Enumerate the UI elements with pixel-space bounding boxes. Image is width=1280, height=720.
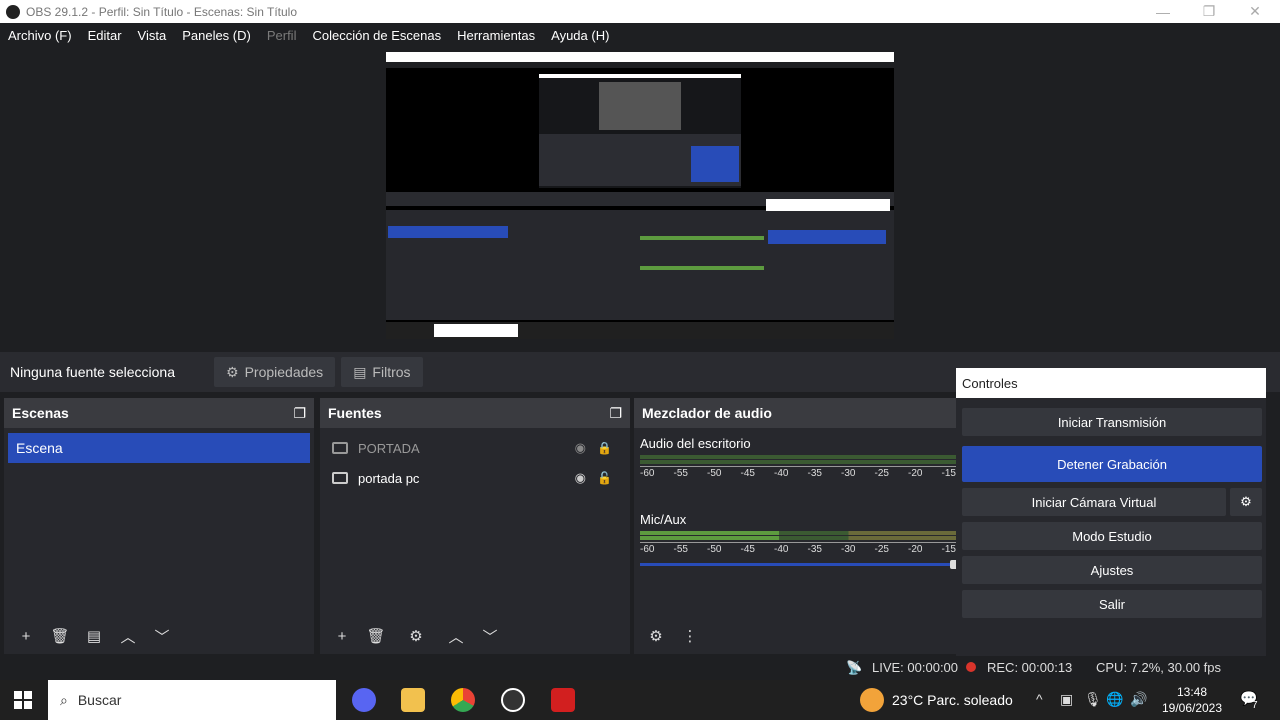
- scenes-header: Escenas ❐: [4, 398, 314, 428]
- hidden-eye-icon[interactable]: ◉: [575, 440, 586, 456]
- menu-bar: Archivo (F) Editar Vista Paneles (D) Per…: [0, 23, 1280, 47]
- search-icon: ⌕: [60, 691, 68, 708]
- volume-icon[interactable]: 🔊: [1130, 691, 1147, 708]
- menu-perfil[interactable]: Perfil: [259, 28, 305, 43]
- no-source-label: Ninguna fuente selecciona: [10, 364, 176, 380]
- menu-vista[interactable]: Vista: [130, 28, 175, 43]
- filter-icon: ▤: [353, 363, 367, 380]
- remove-scene-button[interactable]: 🗑: [46, 624, 74, 648]
- undock-icon[interactable]: ❐: [609, 405, 622, 422]
- audio-mixer-dock: Mezclador de audio Audio del escritorio …: [634, 398, 958, 654]
- menu-coleccion[interactable]: Colección de Escenas: [304, 28, 449, 43]
- source-item-portada[interactable]: PORTADA ◉ 🔒: [320, 433, 630, 463]
- scene-filters-button[interactable]: ▤: [80, 624, 108, 648]
- meter-scale: -60 -55 -50 -45 -40 -35 -30 -25 -20 -15: [640, 466, 956, 479]
- rec-status: REC: 00:00:13: [987, 660, 1073, 675]
- windows-taskbar: ⌕ Buscar 23°C Parc. soleado ^ ▣ 🎙 🌐 🔊 13…: [0, 680, 1280, 720]
- remove-source-button[interactable]: 🗑: [362, 624, 390, 648]
- move-down-button[interactable]: ﹀: [148, 624, 176, 648]
- discord-icon[interactable]: [352, 688, 376, 712]
- track-name: Audio del escritorio: [640, 436, 751, 451]
- clock[interactable]: 13:48 19/06/2023: [1150, 684, 1234, 716]
- microphone-icon: 🎙: [1084, 691, 1102, 707]
- sources-dock: Fuentes ❐ PORTADA ◉ 🔒 portada pc ◉ 🔓 + 🗑…: [320, 398, 630, 654]
- add-source-button[interactable]: +: [328, 624, 356, 648]
- lock-icon[interactable]: 🔒: [597, 441, 612, 455]
- add-scene-button[interactable]: +: [12, 624, 40, 648]
- meter-scale: -60 -55 -50 -45 -40 -35 -30 -25 -20 -15: [640, 542, 956, 555]
- virtual-camera-settings-button[interactable]: ⚙: [1230, 488, 1262, 516]
- weather-icon: [860, 688, 884, 712]
- volume-slider[interactable]: [640, 560, 958, 569]
- advanced-audio-button[interactable]: ⚙: [642, 624, 670, 648]
- window-title: OBS 29.1.2 - Perfil: Sin Título - Escena…: [26, 4, 298, 19]
- cpu-status: CPU: 7.2%, 30.00 fps: [1096, 660, 1222, 675]
- volume-meter: [640, 455, 956, 459]
- obs-logo-icon: [6, 4, 20, 19]
- start-virtual-camera-button[interactable]: Iniciar Cámara Virtual: [962, 488, 1226, 516]
- scenes-dock: Escenas ❐ Escena + 🗑 ▤ ︿ ﹀: [4, 398, 314, 654]
- menu-paneles[interactable]: Paneles (D): [174, 28, 259, 43]
- source-item-portada-pc[interactable]: portada pc ◉ 🔓: [320, 463, 630, 493]
- properties-button[interactable]: ⚙ Propiedades: [214, 357, 336, 387]
- status-bar: 📡 LIVE: 00:00:00 REC: 00:00:13 CPU: 7.2%…: [0, 656, 1280, 678]
- unlock-icon[interactable]: 🔓: [597, 471, 612, 485]
- studio-mode-button[interactable]: Modo Estudio: [962, 522, 1262, 550]
- mixer-track-desktop: Audio del escritorio -60 -55 -50 -45 -40 -35-…: [640, 436, 956, 479]
- undock-icon[interactable]: ❐: [293, 405, 306, 422]
- menu-editar[interactable]: Editar: [80, 28, 130, 43]
- live-icon: 📡: [846, 660, 863, 675]
- volume-meter: [640, 531, 956, 535]
- filters-button[interactable]: ▤ Filtros: [341, 357, 423, 387]
- record-icon: [966, 662, 976, 672]
- exit-button[interactable]: Salir: [962, 590, 1262, 618]
- source-properties-button[interactable]: ⚙: [402, 624, 430, 648]
- mixer-header: Mezclador de audio: [634, 398, 956, 428]
- weather-text[interactable]: 23°C Parc. soleado: [892, 692, 1013, 708]
- settings-button[interactable]: Ajustes: [962, 556, 1262, 584]
- mixer-toolbar: ⚙ ⋮: [634, 618, 956, 654]
- stop-recording-button[interactable]: Detener Grabación: [962, 446, 1262, 482]
- move-up-button[interactable]: ︿: [442, 624, 470, 648]
- menu-ayuda[interactable]: Ayuda (H): [543, 28, 617, 43]
- controls-header: Controles: [956, 368, 1266, 398]
- move-down-button[interactable]: ﹀: [476, 624, 504, 648]
- network-icon[interactable]: 🌐: [1106, 691, 1123, 708]
- scenes-toolbar: + 🗑 ▤ ︿ ﹀: [4, 618, 314, 654]
- live-status: LIVE: 00:00:00: [872, 660, 959, 675]
- eye-icon[interactable]: ◉: [575, 470, 586, 486]
- camera-icon: ▣: [1060, 691, 1074, 707]
- close-button[interactable]: ✕: [1232, 0, 1278, 23]
- mixer-menu-button[interactable]: ⋮: [676, 624, 704, 648]
- file-explorer-icon[interactable]: [401, 688, 425, 712]
- move-up-button[interactable]: ︿: [114, 624, 142, 648]
- obs-taskbar-icon[interactable]: [501, 688, 525, 712]
- start-stream-button[interactable]: Iniciar Transmisión: [962, 408, 1262, 436]
- taskbar-search[interactable]: ⌕ Buscar: [48, 680, 336, 720]
- scene-item[interactable]: Escena: [8, 433, 310, 463]
- maximize-button[interactable]: ❐: [1186, 0, 1232, 23]
- chrome-icon[interactable]: [451, 688, 475, 712]
- gear-icon: ⚙: [226, 363, 239, 380]
- preview-titlebar: [386, 52, 894, 62]
- sources-toolbar: + 🗑 ⚙ ︿ ﹀: [320, 618, 630, 654]
- notification-count: 7: [1252, 700, 1258, 711]
- controls-dock: Controles Iniciar Transmisión Detener Gr…: [956, 368, 1266, 656]
- mixer-track-mic: Mic/Aux -60 -55 -50 -45 -40 -35 -30 -25 -20 -15: [640, 512, 958, 569]
- sources-header: Fuentes ❐: [320, 398, 630, 428]
- track-name: Mic/Aux: [640, 512, 687, 527]
- gear-icon: ⚙: [1240, 494, 1252, 509]
- windows-start-icon[interactable]: [14, 691, 32, 709]
- acrobat-icon[interactable]: [551, 688, 575, 712]
- menu-archivo[interactable]: Archivo (F): [0, 28, 80, 43]
- menu-herramientas[interactable]: Herramientas: [449, 28, 543, 43]
- minimize-button[interactable]: —: [1140, 0, 1186, 23]
- display-capture-icon: [332, 442, 348, 454]
- display-capture-icon: [332, 472, 348, 484]
- chevron-up-icon[interactable]: ^: [1036, 691, 1043, 707]
- title-bar: OBS 29.1.2 - Perfil: Sin Título - Escena…: [0, 0, 1280, 23]
- program-preview[interactable]: [386, 52, 894, 339]
